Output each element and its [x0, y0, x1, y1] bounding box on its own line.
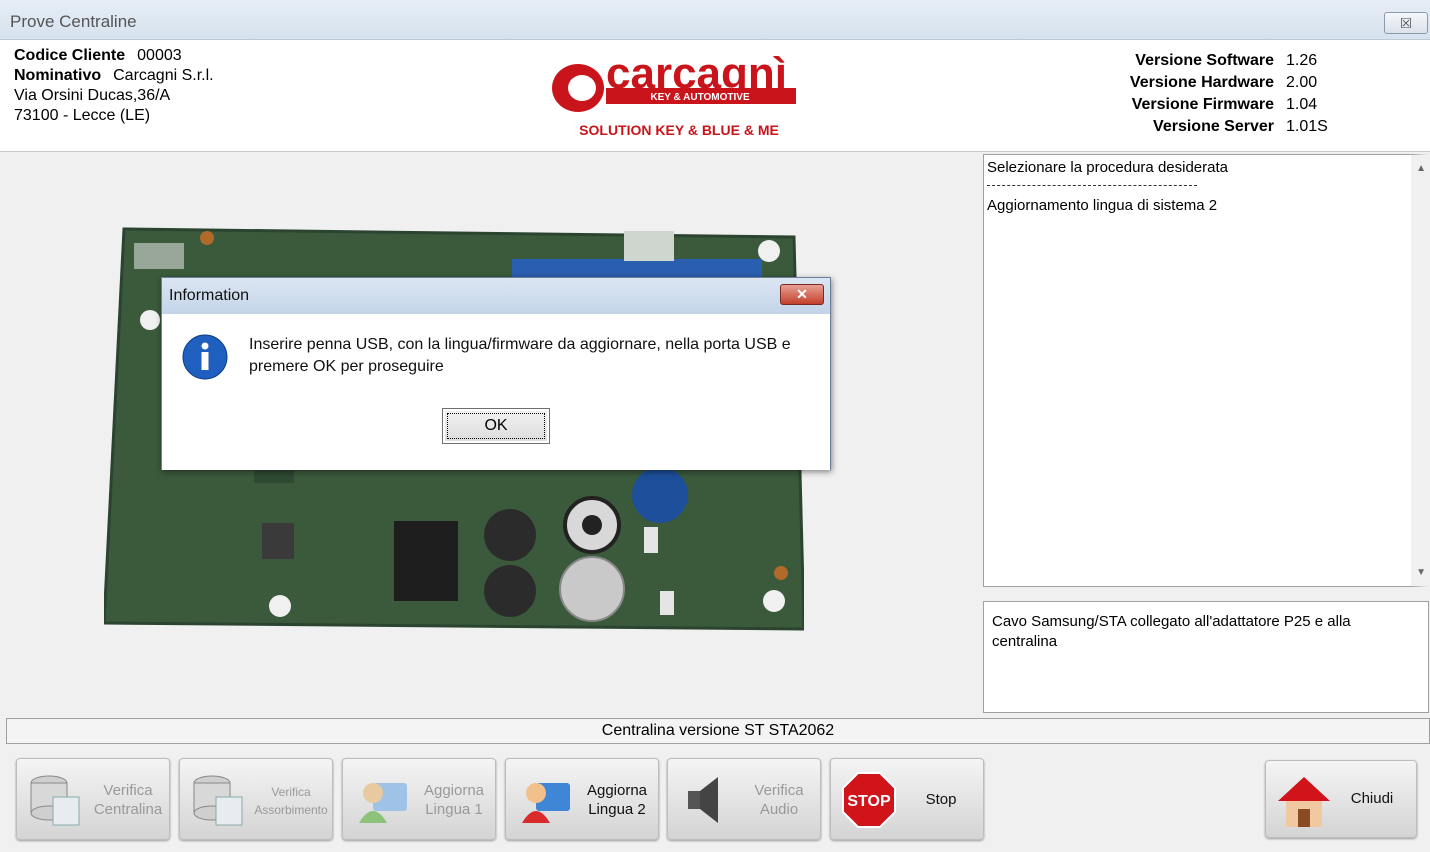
verifica-centralina-label: Verifica Centralina — [93, 782, 163, 818]
versions-block: Versione Software 1.26 Versione Hardware 2… — [1130, 50, 1338, 138]
window-title: Prove Centraline — [10, 12, 137, 31]
stop-button[interactable]: STOP Stop — [830, 758, 984, 840]
info-icon — [182, 334, 228, 380]
chiudi-label: Chiudi — [1350, 790, 1394, 807]
dialog-title: Information — [169, 287, 250, 304]
ok-button[interactable]: OK — [442, 408, 550, 444]
connection-info-panel: Cavo Samsung/STA collegato all'adattator… — [983, 601, 1429, 713]
client-address: Via Orsini Ducas,36/A — [14, 87, 171, 104]
version-firmware-value: 1.04 — [1286, 96, 1318, 113]
version-hardware-value: 2.00 — [1286, 74, 1318, 91]
title-bar: Prove Centraline ⮽ — [0, 0, 1430, 40]
log-line-1: Selezionare la procedura desiderata — [987, 159, 1228, 176]
client-city: 73100 - Lecce (LE) — [14, 107, 151, 124]
verifica-assorbimento-button[interactable]: Verifica Assorbimento — [179, 758, 333, 840]
scroll-down-arrow-icon[interactable]: ▼ — [1416, 567, 1426, 578]
nominativo-value: Carcagni S.r.l. — [113, 67, 214, 84]
verifica-assorbimento-label: Verifica Assorbimento — [254, 785, 328, 817]
carcagni-logo-mark: carcagnì KEY & AUTOMOTIVE — [552, 52, 796, 112]
version-firmware-label: Versione Firmware — [1131, 96, 1274, 113]
chiudi-button[interactable]: Chiudi — [1265, 760, 1417, 838]
database-icon — [193, 775, 243, 826]
header: Codice Cliente 00003 Nominativo Carcagni S… — [0, 40, 1430, 152]
stop-sign-icon: STOP — [842, 772, 896, 828]
user-folder-icon — [522, 783, 570, 823]
dialog-title-bar: Information ✕ — [162, 278, 830, 314]
window-close-button[interactable]: ⮽ — [1384, 12, 1428, 34]
aggiorna-lingua-1-label: Aggiorna Lingua 1 — [423, 782, 485, 818]
verifica-audio-label: Verifica Audio — [754, 782, 804, 818]
dialog-body: Inserire penna USB, con la lingua/firmwa… — [162, 314, 830, 470]
version-server-label: Versione Server — [1153, 118, 1274, 135]
version-software-label: Versione Software — [1135, 52, 1274, 69]
user-folder-icon — [359, 783, 407, 823]
status-bar: Centralina versione ST STA2062 — [6, 718, 1430, 744]
client-info: Codice Cliente 00003 Nominativo Carcagni S… — [14, 46, 214, 126]
ok-button-label: OK — [447, 413, 545, 439]
codice-cliente-value: 00003 — [137, 47, 182, 64]
dialog-close-button[interactable]: ✕ — [780, 284, 824, 305]
speaker-icon — [688, 777, 718, 823]
dialog-message: Inserire penna USB, con la lingua/firmwa… — [249, 336, 791, 375]
logo-subtitle: SOLUTION KEY & BLUE & ME — [579, 122, 779, 138]
verifica-audio-button[interactable]: Verifica Audio — [667, 758, 821, 840]
version-software-value: 1.26 — [1286, 52, 1318, 69]
information-dialog: Information ✕ Inserire penna USB, con la… — [161, 277, 831, 470]
carcagni-logo: carcagnì KEY & AUTOMOTIVE SOLUTION KEY &… — [548, 52, 810, 144]
log-separator — [987, 185, 1197, 186]
nominativo-label: Nominativo — [14, 67, 102, 84]
home-icon — [1278, 777, 1330, 827]
stop-sign-text: STOP — [847, 793, 891, 810]
aggiorna-lingua-2-label: Aggiorna Lingua 2 — [586, 782, 648, 818]
aggiorna-lingua-2-button[interactable]: Aggiorna Lingua 2 — [505, 758, 659, 840]
verifica-centralina-button[interactable]: Verifica Centralina — [16, 758, 170, 840]
log-line-2: Aggiornamento lingua di sistema 2 — [987, 197, 1218, 214]
procedure-log[interactable]: Selezionare la procedura desiderata Aggi… — [983, 154, 1429, 587]
stop-label: Stop — [925, 791, 957, 808]
connection-info-text: Cavo Samsung/STA collegato all'adattator… — [992, 613, 1351, 650]
version-server-value: 1.01S — [1286, 118, 1328, 135]
logo-tagline: KEY & AUTOMOTIVE — [650, 92, 750, 103]
database-icon — [30, 775, 80, 826]
codice-cliente-label: Codice Cliente — [14, 47, 126, 64]
scroll-up-arrow-icon[interactable]: ▲ — [1416, 163, 1426, 174]
version-hardware-label: Versione Hardware — [1129, 74, 1274, 91]
aggiorna-lingua-1-button[interactable]: Aggiorna Lingua 1 — [342, 758, 496, 840]
